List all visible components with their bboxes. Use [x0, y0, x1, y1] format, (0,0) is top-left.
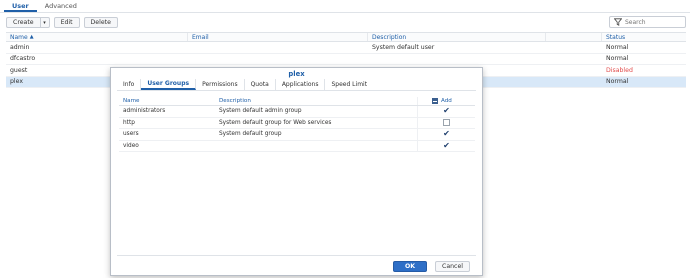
unchecked-box-icon	[443, 119, 450, 127]
tab-info[interactable]: Info	[117, 79, 142, 90]
cell-email	[188, 42, 368, 53]
group-description: System default group	[215, 129, 418, 140]
delete-button[interactable]: Delete	[83, 17, 118, 28]
cell-name: admin	[10, 43, 30, 51]
search-input[interactable]	[625, 18, 685, 26]
dialog-buttons: OK Cancel	[393, 261, 470, 272]
cell-blank	[546, 54, 602, 65]
group-row[interactable]: administrators System default admin grou…	[119, 106, 475, 118]
cell-status: Normal	[606, 78, 629, 86]
group-name: users	[123, 131, 139, 138]
add-checkbox[interactable]	[418, 118, 475, 129]
cell-blank	[546, 42, 602, 53]
tab-quota[interactable]: Quota	[245, 79, 276, 90]
group-name: http	[123, 119, 135, 126]
column-header-status[interactable]: Status	[602, 33, 686, 41]
grid-header: Name Description Add	[119, 97, 475, 106]
ok-button[interactable]: OK	[393, 261, 427, 272]
create-button[interactable]: Create ▾	[6, 17, 50, 28]
tab-speed-limit[interactable]: Speed Limit	[325, 79, 373, 90]
toolbar: Create ▾ Edit Delete	[6, 17, 118, 28]
cell-blank	[546, 77, 602, 88]
column-header-description[interactable]: Description	[368, 33, 546, 41]
checkmark-icon: ✔	[443, 129, 450, 139]
cell-status: Normal	[606, 55, 629, 63]
tab-user[interactable]: User	[4, 0, 37, 12]
cell-email	[188, 54, 368, 65]
cell-description	[368, 54, 546, 65]
group-grid: Name Description Add administrators Syst…	[119, 97, 475, 152]
column-header-name-label: Name	[10, 33, 28, 41]
group-row[interactable]: http System default group for Web servic…	[119, 117, 475, 129]
table-row[interactable]: admin System default user Normal	[6, 42, 686, 54]
filter-icon	[613, 18, 622, 27]
cell-description: System default user	[372, 43, 435, 51]
grid-header-add-label: Add	[441, 98, 452, 104]
select-all-checkbox[interactable]	[432, 98, 438, 104]
column-header-blank	[546, 33, 602, 41]
dialog-title: plex	[288, 70, 305, 78]
divider	[0, 12, 690, 13]
grid-header-name[interactable]: Name	[119, 97, 215, 105]
grid-header-add[interactable]: Add	[418, 97, 475, 105]
chevron-down-icon[interactable]: ▾	[39, 18, 49, 27]
cell-status: Normal	[606, 43, 629, 51]
checkmark-icon: ✔	[443, 140, 450, 150]
table-row[interactable]: dfcastro Normal	[6, 54, 686, 65]
checkmark-icon: ✔	[443, 106, 450, 116]
group-description	[215, 140, 418, 151]
group-name: administrators	[123, 108, 166, 115]
add-checkbox[interactable]: ✔	[418, 106, 475, 117]
top-tab-bar: User Advanced	[4, 0, 85, 12]
create-button-label[interactable]: Create	[7, 18, 40, 27]
dialog-tab-bar: Info User Groups Permissions Quota Appli…	[117, 79, 373, 90]
column-header-email[interactable]: Email	[188, 33, 368, 41]
group-name: video	[123, 142, 139, 149]
divider	[117, 255, 476, 256]
tab-advanced[interactable]: Advanced	[37, 0, 85, 12]
edit-button[interactable]: Edit	[53, 17, 80, 28]
divider	[117, 90, 476, 91]
cell-status: Disabled	[606, 66, 633, 74]
cancel-button[interactable]: Cancel	[435, 261, 470, 272]
cell-name: dfcastro	[10, 55, 36, 63]
column-header-name[interactable]: Name ▲	[6, 33, 188, 41]
sort-asc-icon: ▲	[29, 34, 34, 40]
group-row[interactable]: video ✔	[119, 140, 475, 152]
search-field[interactable]	[609, 16, 686, 28]
tab-user-groups[interactable]: User Groups	[141, 79, 197, 90]
group-row[interactable]: users System default group ✔	[119, 129, 475, 141]
add-checkbox[interactable]: ✔	[418, 129, 475, 140]
user-edit-dialog: plex Info User Groups Permissions Quota …	[110, 67, 483, 276]
tab-permissions[interactable]: Permissions	[196, 79, 245, 90]
group-description: System default group for Web services	[215, 117, 418, 128]
add-checkbox[interactable]: ✔	[418, 141, 475, 152]
table-header: Name ▲ Email Description Status	[6, 32, 686, 42]
group-description: System default admin group	[215, 106, 418, 117]
cell-blank	[546, 65, 602, 76]
grid-header-description[interactable]: Description	[215, 97, 418, 105]
tab-applications[interactable]: Applications	[276, 79, 326, 90]
